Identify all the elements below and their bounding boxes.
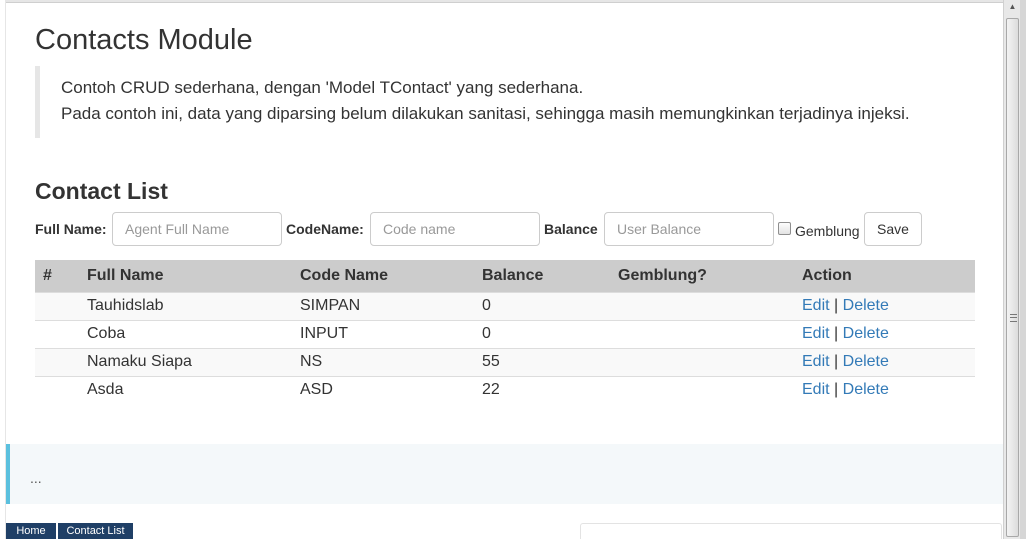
codename-input[interactable] — [370, 212, 540, 246]
cell-full-name: Asda — [79, 375, 292, 404]
footer-note: ... — [6, 444, 1003, 504]
delete-link[interactable]: Delete — [843, 381, 889, 398]
scroll-up-arrow-icon[interactable]: ▲ — [1006, 2, 1019, 16]
cell-code-name: NS — [292, 347, 474, 376]
save-button[interactable]: Save — [864, 212, 922, 246]
cell-code-name: ASD — [292, 375, 474, 404]
gemblung-checkbox[interactable] — [778, 222, 791, 235]
edit-link[interactable]: Edit — [802, 353, 830, 370]
table-row: Coba INPUT 0 Edit | Delete — [35, 319, 975, 348]
cell-number — [35, 291, 79, 320]
cell-balance: 0 — [474, 291, 610, 320]
footer-note-text: ... — [30, 470, 42, 486]
edit-link[interactable]: Edit — [802, 381, 830, 398]
cell-number — [35, 347, 79, 376]
cell-full-name: Tauhidslab — [79, 291, 292, 320]
scroll-grip-icon — [1010, 314, 1017, 322]
table-row: Namaku Siapa NS 55 Edit | Delete — [35, 347, 975, 376]
contacts-table: # Full Name Code Name Balance Gemblung? … — [35, 260, 975, 404]
action-separator: | — [834, 353, 839, 370]
cell-number — [35, 319, 79, 348]
header-number: # — [35, 260, 79, 292]
header-code-name: Code Name — [292, 260, 474, 292]
contact-list-heading: Contact List — [35, 178, 168, 204]
cell-gemblung — [610, 291, 794, 320]
header-gemblung: Gemblung? — [610, 260, 794, 292]
cell-action: Edit | Delete — [794, 375, 975, 404]
cell-action: Edit | Delete — [794, 319, 975, 348]
action-separator: | — [834, 381, 839, 399]
cell-balance: 22 — [474, 375, 610, 404]
table-header-row: # Full Name Code Name Balance Gemblung? … — [35, 260, 975, 292]
edit-link[interactable]: Edit — [802, 297, 830, 314]
cell-number — [35, 375, 79, 404]
gemblung-label[interactable]: Gemblung — [795, 223, 860, 239]
delete-link[interactable]: Delete — [843, 353, 889, 370]
cell-full-name: Coba — [79, 319, 292, 348]
header-action: Action — [794, 260, 975, 292]
cell-action: Edit | Delete — [794, 347, 975, 376]
cell-code-name: INPUT — [292, 319, 474, 348]
description-line-2: Pada contoh ini, data yang diparsing bel… — [61, 104, 910, 123]
cell-gemblung — [610, 347, 794, 376]
description-line-1: Contoh CRUD sederhana, dengan 'Model TCo… — [61, 78, 584, 97]
vertical-scrollbar[interactable]: ▲ — [1003, 0, 1020, 539]
breadcrumb-contact-list[interactable]: Contact List — [58, 523, 133, 539]
cell-code-name: SIMPAN — [292, 291, 474, 320]
header-full-name: Full Name — [79, 260, 292, 292]
cell-gemblung — [610, 375, 794, 404]
codename-label: CodeName: — [286, 221, 364, 237]
cell-full-name: Namaku Siapa — [79, 347, 292, 376]
cell-balance: 55 — [474, 347, 610, 376]
description-blockquote: Contoh CRUD sederhana, dengan 'Model TCo… — [35, 66, 975, 138]
balance-label: Balance — [544, 221, 598, 237]
page-title: Contacts Module — [35, 24, 253, 56]
delete-link[interactable]: Delete — [843, 325, 889, 342]
cell-action: Edit | Delete — [794, 291, 975, 320]
action-separator: | — [834, 297, 839, 314]
action-separator: | — [834, 325, 839, 342]
window-top-border — [0, 0, 1026, 3]
breadcrumb-home[interactable]: Home — [6, 523, 56, 539]
full-name-input[interactable] — [112, 212, 282, 246]
cell-gemblung — [610, 319, 794, 348]
edit-link[interactable]: Edit — [802, 325, 830, 342]
table-row: Asda ASD 22 Edit | Delete — [35, 375, 975, 404]
page-content: Contacts Module Contoh CRUD sederhana, d… — [6, 4, 1003, 539]
balance-input[interactable] — [604, 212, 774, 246]
bottom-panel — [580, 523, 1002, 539]
cell-balance: 0 — [474, 319, 610, 348]
contact-form: Full Name: CodeName: Balance Gemblung Sa… — [35, 212, 995, 246]
table-row: Tauhidslab SIMPAN 0 Edit | Delete — [35, 291, 975, 320]
header-balance: Balance — [474, 260, 610, 292]
scrollbar-thumb[interactable] — [1006, 18, 1019, 537]
window-right-border — [1020, 0, 1026, 539]
full-name-label: Full Name: — [35, 221, 107, 237]
delete-link[interactable]: Delete — [843, 297, 889, 314]
